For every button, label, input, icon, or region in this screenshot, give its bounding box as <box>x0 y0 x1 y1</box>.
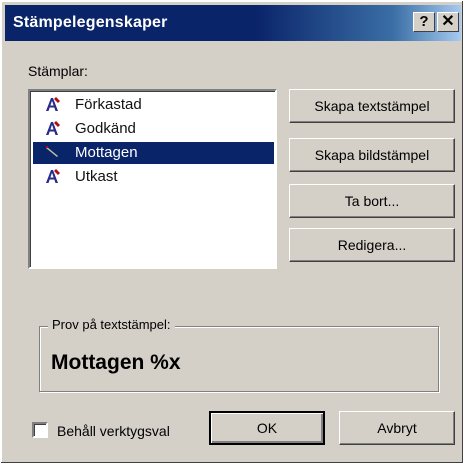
stamp-list-item[interactable]: Utkast <box>33 166 274 188</box>
stamps-listbox[interactable]: Förkastad Godkänd Mottagen Utkast <box>28 89 277 269</box>
ok-button[interactable]: OK <box>209 411 325 445</box>
window-title: Stämpelegenskaper <box>13 14 168 31</box>
close-button[interactable]: ✕ <box>437 12 459 32</box>
stamp-label: Godkänd <box>75 120 136 137</box>
edit-button[interactable]: Redigera... <box>289 228 455 262</box>
stamp-list-item[interactable]: Förkastad <box>33 94 274 116</box>
cancel-button[interactable]: Avbryt <box>339 411 455 445</box>
create-text-stamp-button[interactable]: Skapa textstämpel <box>289 89 455 123</box>
keep-tool-checkbox[interactable] <box>32 422 48 438</box>
text-stamp-icon <box>46 121 60 135</box>
stamp-list-item[interactable]: Godkänd <box>33 118 274 140</box>
text-stamp-icon <box>46 97 60 111</box>
stamp-label: Utkast <box>75 168 118 185</box>
help-button[interactable]: ? <box>413 12 435 32</box>
stamps-label: Stämplar: <box>28 63 88 79</box>
stamp-label: Förkastad <box>75 96 142 113</box>
delete-button[interactable]: Ta bort... <box>289 184 455 218</box>
close-icon: ✕ <box>441 13 455 30</box>
help-icon: ? <box>419 13 429 30</box>
stamp-list-item-selected[interactable]: Mottagen <box>33 142 274 164</box>
keep-tool-label[interactable]: Behåll verktygsval <box>57 423 170 439</box>
preview-text: Mottagen %x <box>51 351 181 374</box>
stamp-properties-dialog: Stämpelegenskaper ? ✕ Stämplar: Förkasta… <box>0 0 464 464</box>
preview-group-label: Prov på textstämpel: <box>48 317 175 332</box>
text-stamp-icon <box>46 169 60 183</box>
image-stamp-icon <box>46 146 58 157</box>
title-bar: Stämpelegenskaper ? ✕ <box>5 5 461 41</box>
create-image-stamp-button[interactable]: Skapa bildstämpel <box>289 138 455 172</box>
stamp-label: Mottagen <box>75 144 138 161</box>
